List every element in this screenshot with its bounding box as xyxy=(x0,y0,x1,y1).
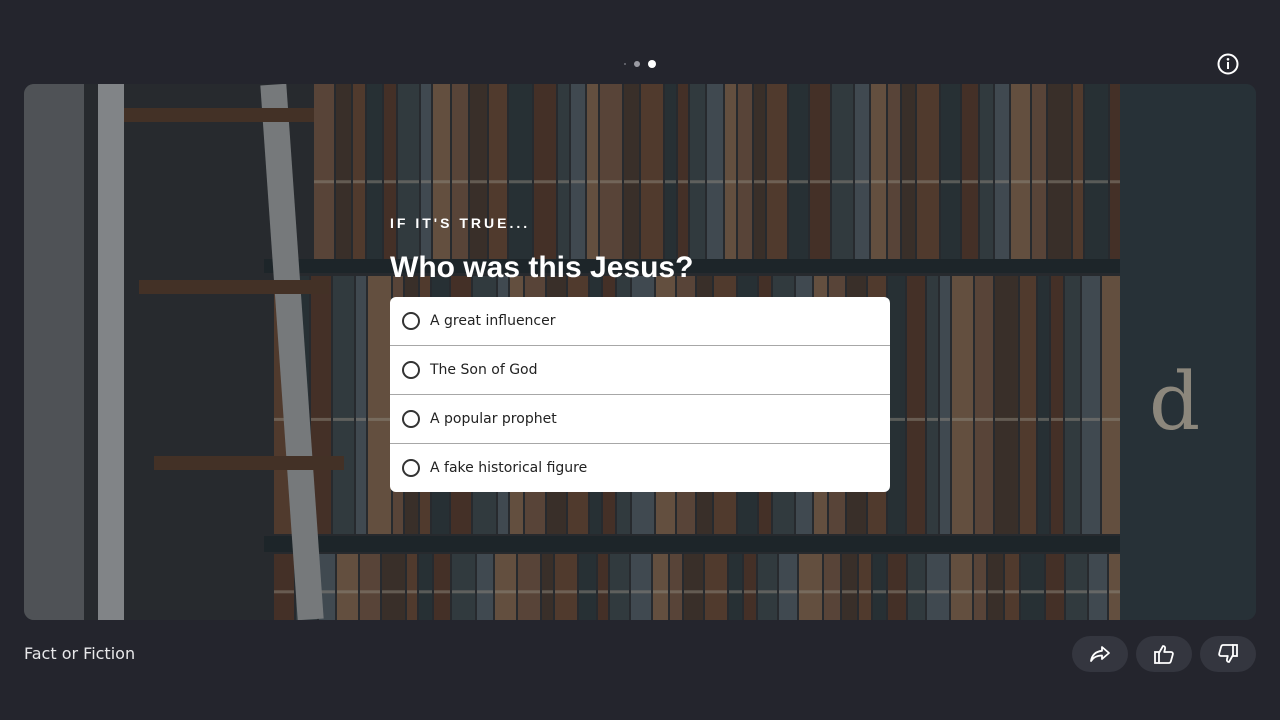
dislike-button[interactable] xyxy=(1200,636,1256,672)
action-bar xyxy=(1072,636,1256,672)
answer-option[interactable]: A great influencer xyxy=(390,297,890,346)
answer-label: A fake historical figure xyxy=(430,460,588,476)
question-panel: IF IT'S TRUE... Who was this Jesus? A gr… xyxy=(390,214,890,492)
answer-label: The Son of God xyxy=(430,362,538,378)
answer-label: A great influencer xyxy=(430,313,556,329)
radio-button[interactable] xyxy=(402,459,420,477)
thumbs-down-icon xyxy=(1218,644,1238,663)
answer-options: A great influencer The Son of God A popu… xyxy=(390,297,890,492)
thumbs-up-icon xyxy=(1154,645,1174,664)
pagination-dots xyxy=(0,59,1280,69)
radio-button[interactable] xyxy=(402,312,420,330)
answer-option[interactable]: A popular prophet xyxy=(390,395,890,444)
eyebrow-text: IF IT'S TRUE... xyxy=(390,215,531,231)
question-title: Who was this Jesus? xyxy=(390,251,694,284)
pagination-dot-active[interactable] xyxy=(648,60,656,68)
pagination-dot[interactable] xyxy=(624,63,626,65)
share-button[interactable] xyxy=(1072,636,1128,672)
radio-button[interactable] xyxy=(402,361,420,379)
like-button[interactable] xyxy=(1136,636,1192,672)
share-icon xyxy=(1090,646,1110,662)
answer-label: A popular prophet xyxy=(430,411,557,427)
question-card: d IF IT'S TRUE... Who was this Jesus? A … xyxy=(24,84,1256,620)
answer-option[interactable]: A fake historical figure xyxy=(390,444,890,492)
pagination-dot[interactable] xyxy=(634,61,640,67)
radio-button[interactable] xyxy=(402,410,420,428)
footer-title: Fact or Fiction xyxy=(24,644,136,663)
answer-option[interactable]: The Son of God xyxy=(390,346,890,395)
info-button[interactable] xyxy=(1216,52,1240,76)
info-icon xyxy=(1217,53,1239,75)
